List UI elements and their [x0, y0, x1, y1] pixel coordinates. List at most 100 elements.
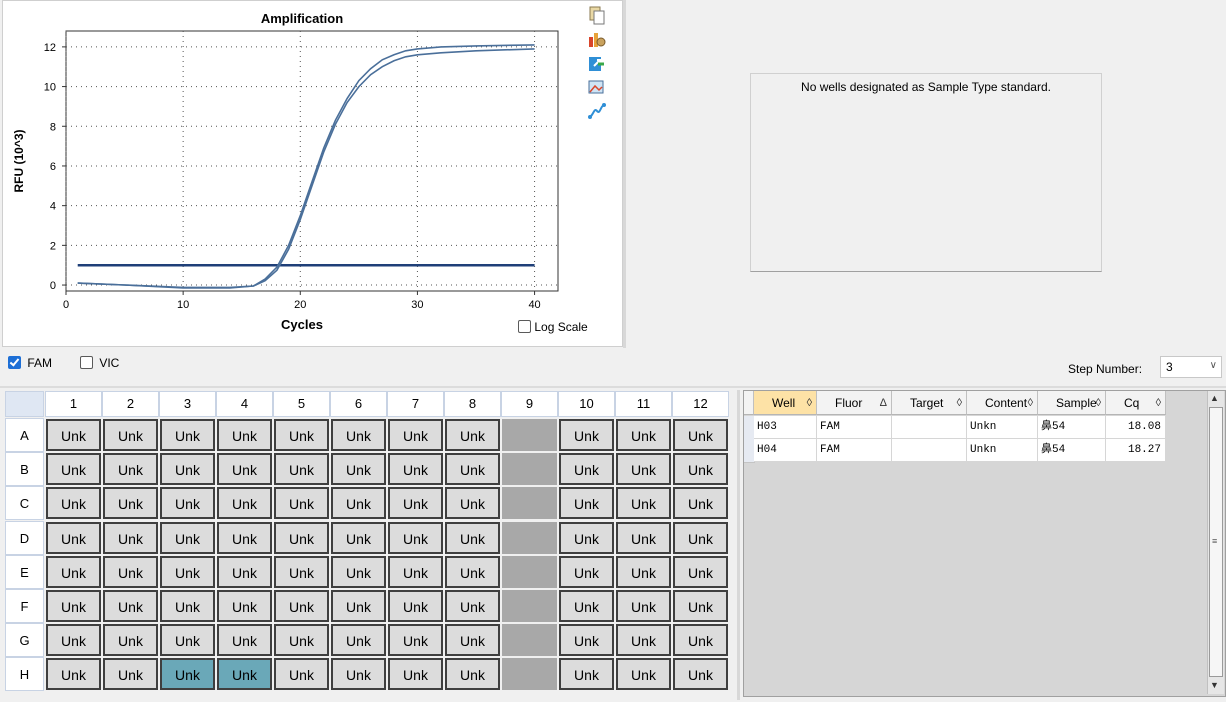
well-F9[interactable] [502, 590, 557, 622]
well-B5[interactable]: Unk [274, 453, 329, 486]
well-G3[interactable]: Unk [160, 624, 215, 657]
well-E6[interactable]: Unk [331, 555, 386, 588]
well-B1[interactable]: Unk [46, 453, 101, 486]
well-B9[interactable] [502, 453, 557, 486]
well-C3[interactable]: Unk [160, 487, 215, 520]
row-header-D[interactable]: D [5, 520, 44, 555]
well-F5[interactable]: Unk [274, 590, 329, 622]
well-F11[interactable]: Unk [616, 590, 671, 622]
sort-icon[interactable]: Δ [880, 391, 887, 415]
grid-cell-fluor[interactable]: FAM [817, 416, 892, 439]
column-header-4[interactable]: 4 [216, 391, 273, 417]
well-F10[interactable]: Unk [559, 590, 614, 622]
well-E11[interactable]: Unk [616, 555, 671, 588]
sort-icon[interactable]: ◊ [1028, 391, 1033, 415]
grid-header-sample[interactable]: Sample ◊ [1038, 391, 1106, 415]
well-H4[interactable]: Unk [217, 658, 272, 691]
well-D7[interactable]: Unk [388, 521, 443, 554]
well-F12[interactable]: Unk [673, 590, 728, 622]
grid-cell-target[interactable] [892, 416, 967, 439]
well-A6[interactable]: Unk [331, 419, 386, 451]
well-B4[interactable]: Unk [217, 453, 272, 486]
well-H10[interactable]: Unk [559, 658, 614, 691]
horizontal-splitter[interactable] [0, 386, 1226, 388]
well-H12[interactable]: Unk [673, 658, 728, 691]
column-header-2[interactable]: 2 [102, 391, 159, 417]
row-header-C[interactable]: C [5, 486, 44, 521]
chart-settings-icon[interactable] [585, 29, 607, 49]
well-C7[interactable]: Unk [388, 487, 443, 520]
well-E3[interactable]: Unk [160, 555, 215, 588]
well-E1[interactable]: Unk [46, 555, 101, 588]
scroll-up-icon[interactable]: ▲ [1210, 393, 1219, 403]
well-E10[interactable]: Unk [559, 555, 614, 588]
well-D9[interactable] [502, 521, 557, 554]
well-A8[interactable]: Unk [445, 419, 500, 451]
grid-header-target[interactable]: Target ◊ [892, 391, 967, 415]
well-E5[interactable]: Unk [274, 555, 329, 588]
well-D1[interactable]: Unk [46, 521, 101, 554]
grid-header-fluor[interactable]: Fluor Δ [817, 391, 892, 415]
log-scale-checkbox[interactable] [518, 320, 531, 333]
sort-icon[interactable]: ◊ [1156, 391, 1161, 415]
well-E12[interactable]: Unk [673, 555, 728, 588]
well-H5[interactable]: Unk [274, 658, 329, 691]
well-F1[interactable]: Unk [46, 590, 101, 622]
log-scale-toggle[interactable]: Log Scale [518, 320, 588, 334]
grid-cell-cq[interactable]: 18.08 [1106, 416, 1166, 439]
column-header-5[interactable]: 5 [273, 391, 330, 417]
fluor-vic-toggle[interactable]: VIC [80, 356, 119, 370]
well-C1[interactable]: Unk [46, 487, 101, 520]
well-C8[interactable]: Unk [445, 487, 500, 520]
well-D6[interactable]: Unk [331, 521, 386, 554]
well-D3[interactable]: Unk [160, 521, 215, 554]
grid-cell-content[interactable]: Unkn [967, 416, 1038, 439]
fam-checkbox[interactable] [8, 356, 21, 369]
well-G2[interactable]: Unk [103, 624, 158, 657]
well-G6[interactable]: Unk [331, 624, 386, 657]
well-A12[interactable]: Unk [673, 419, 728, 451]
well-H2[interactable]: Unk [103, 658, 158, 691]
well-A11[interactable]: Unk [616, 419, 671, 451]
well-A10[interactable]: Unk [559, 419, 614, 451]
well-F2[interactable]: Unk [103, 590, 158, 622]
well-G1[interactable]: Unk [46, 624, 101, 657]
image-icon[interactable] [585, 77, 607, 97]
grid-row[interactable]: H04 FAM Unkn 鼻54 18.27 [754, 439, 1166, 462]
well-A5[interactable]: Unk [274, 419, 329, 451]
well-B7[interactable]: Unk [388, 453, 443, 486]
scroll-down-icon[interactable]: ▼ [1210, 680, 1219, 690]
well-G10[interactable]: Unk [559, 624, 614, 657]
well-D4[interactable]: Unk [217, 521, 272, 554]
well-B3[interactable]: Unk [160, 453, 215, 486]
column-header-6[interactable]: 6 [330, 391, 387, 417]
column-header-1[interactable]: 1 [45, 391, 102, 417]
well-H9[interactable] [502, 658, 557, 691]
well-D10[interactable]: Unk [559, 521, 614, 554]
row-header-E[interactable]: E [5, 554, 44, 589]
well-G11[interactable]: Unk [616, 624, 671, 657]
sort-icon[interactable]: ◊ [957, 391, 962, 415]
column-header-10[interactable]: 10 [558, 391, 615, 417]
well-B2[interactable]: Unk [103, 453, 158, 486]
grid-cell-cq[interactable]: 18.27 [1106, 439, 1166, 462]
row-header-A[interactable]: A [5, 418, 44, 452]
well-C2[interactable]: Unk [103, 487, 158, 520]
grid-cell-sample[interactable]: 鼻54 [1038, 439, 1106, 462]
well-E7[interactable]: Unk [388, 555, 443, 588]
vic-checkbox[interactable] [80, 356, 93, 369]
sort-icon[interactable]: ◊ [807, 391, 812, 415]
sort-icon[interactable]: ◊ [1096, 391, 1101, 415]
well-H6[interactable]: Unk [331, 658, 386, 691]
plate-grid-splitter[interactable] [737, 390, 740, 700]
well-A9[interactable] [502, 419, 557, 451]
row-header-F[interactable]: F [5, 589, 44, 623]
grid-cell-well[interactable]: H03 [754, 416, 817, 439]
well-E4[interactable]: Unk [217, 555, 272, 588]
well-E8[interactable]: Unk [445, 555, 500, 588]
well-G5[interactable]: Unk [274, 624, 329, 657]
export-icon[interactable] [585, 53, 607, 73]
well-C10[interactable]: Unk [559, 487, 614, 520]
grid-row[interactable]: H03 FAM Unkn 鼻54 18.08 [754, 416, 1166, 439]
well-D5[interactable]: Unk [274, 521, 329, 554]
